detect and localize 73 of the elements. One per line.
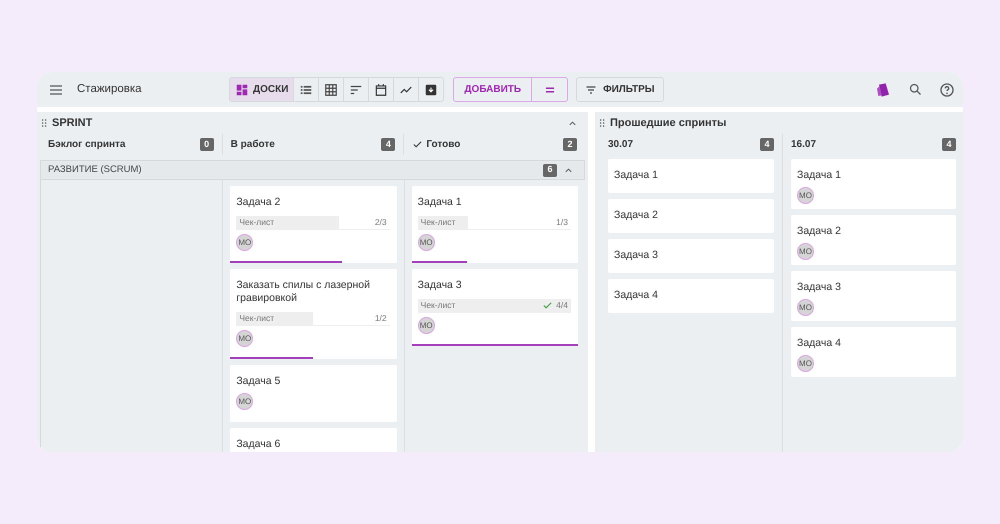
avatar: МО (797, 299, 814, 316)
checklist-label: Чек-лист (420, 299, 456, 312)
task-card[interactable]: Задача 1 (608, 159, 774, 193)
task-title: Задача 1 (418, 196, 463, 209)
swimlane-header[interactable]: РАЗВИТИЕ (SCRUM) 6 (40, 160, 585, 180)
task-title: Заказать спилы с лазерной гравировкой (236, 279, 371, 305)
column-title: Готово (426, 138, 460, 152)
swimlane-title: РАЗВИТИЕ (SCRUM) (48, 162, 142, 177)
drag-handle-icon[interactable] (40, 117, 49, 129)
task-title: Задача 5 (236, 375, 282, 388)
help-icon[interactable] (939, 82, 955, 98)
count-badge: 0 (200, 138, 214, 151)
task-title: Задача 2 (797, 225, 842, 238)
section-title: Прошедшие спринты (610, 116, 726, 131)
task-title: Задача 3 (614, 249, 659, 262)
task-card[interactable]: Задача 6 (230, 428, 397, 452)
checklist-count: 4/4 (556, 299, 568, 312)
grid-icon (324, 82, 338, 96)
view-tab[interactable]: ДОСКИ (230, 78, 294, 101)
task-card[interactable]: Задача 4 МО (791, 327, 956, 377)
count-badge: 4 (760, 138, 774, 151)
task-title: Задача 2 (236, 196, 282, 209)
task-title: Задача 6 (236, 438, 282, 451)
tag-icon[interactable] (875, 82, 891, 98)
column-title: 30.07 (608, 138, 634, 152)
checklist-label: Чек-лист (239, 216, 274, 229)
task-card[interactable]: Задача 1 Чек-лист 1/3 МО (412, 186, 578, 263)
checklist-label: Чек-лист (239, 312, 274, 325)
checklist-label: Чек-лист (420, 216, 456, 229)
task-title: Задача 3 (418, 279, 463, 292)
dashboard-icon (235, 82, 249, 96)
avatar: МО (236, 234, 254, 251)
count-badge: 6 (543, 164, 557, 176)
task-card[interactable]: Задача 1 МО (791, 159, 956, 209)
board-title: Стажировка (77, 82, 143, 97)
avatar: МО (418, 234, 435, 251)
column-title: В работе (230, 138, 275, 152)
calendar-icon (374, 82, 388, 96)
filters-button[interactable]: ФИЛЬТРЫ (576, 77, 664, 102)
task-card[interactable]: Задача 3 Чек-лист 4/4 МО (412, 269, 578, 346)
task-card[interactable]: Заказать спилы с лазерной гравировкой Чек-лист 1/2 МО (230, 269, 397, 359)
task-title: Задача 1 (614, 169, 659, 182)
task-card[interactable]: Задача 2 (608, 199, 774, 233)
avatar: МО (797, 243, 814, 260)
checklist-count: 1/2 (374, 312, 387, 325)
checklist-count: 2/3 (374, 216, 387, 229)
avatar: МО (236, 330, 254, 347)
count-badge: 2 (563, 138, 578, 151)
avatar: МО (797, 355, 814, 372)
search-icon[interactable] (908, 82, 923, 97)
task-card[interactable]: Задача 3 МО (791, 271, 956, 321)
count-badge: 4 (381, 138, 396, 151)
avatar: МО (797, 187, 814, 204)
column-title: Бэклог спринта (48, 138, 126, 152)
column-title: 16.07 (791, 138, 816, 152)
archive-icon (424, 82, 438, 96)
filter-icon (585, 84, 598, 96)
task-title: Задача 4 (797, 337, 842, 350)
count-badge: 4 (942, 138, 956, 151)
task-card[interactable]: Задача 3 (608, 239, 774, 273)
task-title: Задача 2 (614, 209, 659, 222)
avatar: МО (236, 393, 254, 410)
task-title: Задача 4 (614, 289, 659, 302)
task-card[interactable]: Задача 2 Чек-лист 2/3 МО (230, 186, 397, 263)
task-card[interactable]: Задача 2 МО (791, 215, 956, 265)
avatar: МО (418, 317, 435, 334)
checklist-count: 1/3 (556, 216, 568, 229)
task-title: Задача 3 (797, 281, 842, 294)
task-card[interactable]: Задача 5 МО (230, 365, 397, 422)
task-card[interactable]: Задача 4 (608, 279, 774, 313)
task-title: Задача 1 (797, 169, 842, 182)
sprint-title: SPRINT (52, 116, 92, 131)
drag-handle-icon[interactable] (598, 117, 607, 129)
